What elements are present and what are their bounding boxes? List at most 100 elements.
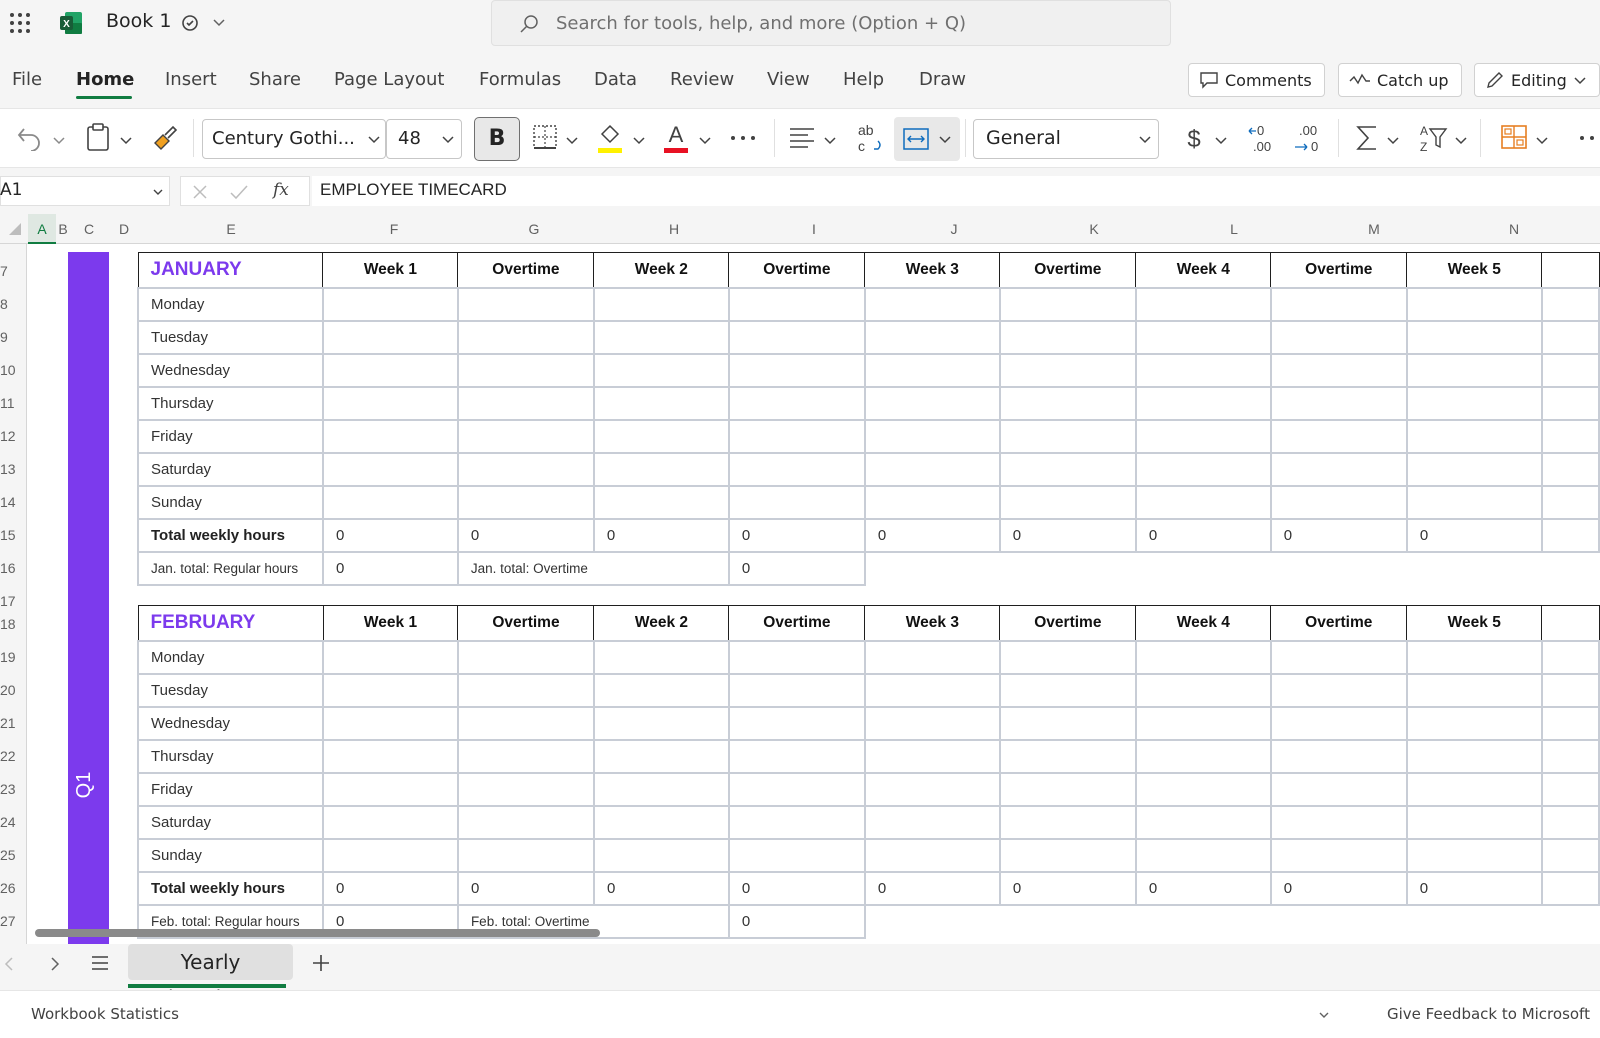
week-header[interactable]: Overtime [999, 252, 1137, 288]
hours-cell[interactable] [863, 672, 1001, 708]
hours-cell[interactable] [1134, 286, 1272, 322]
hours-cell[interactable] [592, 672, 730, 708]
column-header-d[interactable]: D [110, 214, 138, 244]
week-header[interactable]: Overtime [728, 605, 866, 641]
row-header[interactable]: 10 [0, 362, 26, 378]
hours-cell[interactable] [1269, 804, 1408, 840]
hours-cell[interactable] [727, 771, 866, 807]
hours-cell[interactable] [321, 451, 459, 487]
hours-cell[interactable] [998, 804, 1137, 840]
hours-cell[interactable] [863, 771, 1001, 807]
hours-cell[interactable] [592, 352, 730, 388]
hours-cell[interactable] [863, 639, 1001, 675]
tab-file[interactable]: File [12, 69, 42, 90]
hours-cell[interactable] [1540, 286, 1600, 322]
hours-cell[interactable] [1134, 738, 1272, 774]
hours-cell[interactable] [727, 837, 866, 873]
hours-cell[interactable] [456, 738, 595, 774]
hours-cell[interactable] [998, 385, 1137, 421]
hours-cell[interactable] [727, 352, 866, 388]
hours-cell[interactable] [998, 418, 1137, 454]
cancel-icon[interactable] [191, 183, 209, 201]
hours-cell[interactable] [592, 319, 730, 355]
hours-cell[interactable] [1405, 804, 1543, 840]
overtime-label[interactable]: Jan. total: Overtime [456, 550, 730, 586]
autosum-icon[interactable] [1354, 123, 1380, 153]
tab-data[interactable]: Data [594, 69, 637, 90]
hours-cell[interactable] [1269, 771, 1408, 807]
day-label[interactable]: Monday [136, 639, 325, 675]
column-header-m[interactable]: M [1304, 214, 1444, 244]
hours-cell[interactable] [1540, 705, 1600, 741]
hours-cell[interactable] [998, 705, 1137, 741]
hours-cell[interactable] [998, 451, 1137, 487]
hours-cell[interactable] [456, 705, 595, 741]
workbook-statistics-link[interactable]: Workbook Statistics [31, 1005, 179, 1023]
editing-mode-button[interactable]: Editing [1474, 63, 1600, 97]
hours-cell[interactable] [1540, 639, 1600, 675]
total-value[interactable]: 0 [1134, 517, 1272, 553]
total-value[interactable]: 0 [456, 870, 595, 906]
week-header[interactable]: Week 1 [322, 605, 459, 641]
column-header-j[interactable]: J [884, 214, 1024, 244]
hours-cell[interactable] [592, 771, 730, 807]
hours-cell[interactable] [1269, 418, 1408, 454]
total-value[interactable]: 0 [727, 517, 866, 553]
more-options-icon[interactable] [728, 131, 758, 145]
week-header[interactable]: Week 4 [1135, 605, 1272, 641]
hours-cell[interactable] [1269, 705, 1408, 741]
hours-cell[interactable] [1134, 352, 1272, 388]
hours-cell[interactable] [863, 705, 1001, 741]
worksheet-grid[interactable]: A B C D E F G H I J K L M N 7 8 9 10 11 12 13 1… [0, 214, 1600, 954]
hours-cell[interactable] [1540, 804, 1600, 840]
sort-filter-icon[interactable]: A Z [1418, 121, 1448, 155]
row-header[interactable]: 22 [0, 748, 26, 764]
total-value[interactable]: 0 [727, 870, 866, 906]
tab-view[interactable]: View [767, 69, 810, 90]
hours-cell[interactable] [1540, 672, 1600, 708]
week-header[interactable]: Overtime [1270, 252, 1408, 288]
hours-cell[interactable] [998, 738, 1137, 774]
chevron-down-icon[interactable] [823, 133, 837, 147]
hours-cell[interactable] [1405, 837, 1543, 873]
day-label[interactable]: Wednesday [136, 705, 325, 741]
week-header[interactable]: Overtime [457, 252, 595, 288]
hours-cell[interactable] [1405, 319, 1543, 355]
hours-cell[interactable] [727, 639, 866, 675]
hours-cell[interactable] [863, 451, 1001, 487]
hours-cell[interactable] [592, 286, 730, 322]
all-sheets-menu-icon[interactable] [90, 954, 110, 972]
select-all-icon[interactable] [8, 222, 22, 236]
hours-cell[interactable] [1405, 352, 1543, 388]
hours-cell[interactable] [456, 352, 595, 388]
hours-cell[interactable] [998, 672, 1137, 708]
row-header[interactable]: 18 [0, 616, 26, 632]
hours-cell[interactable] [1269, 451, 1408, 487]
column-header-c[interactable]: C [72, 214, 106, 244]
hours-cell[interactable] [727, 451, 866, 487]
hours-cell[interactable] [1540, 352, 1600, 388]
hours-cell[interactable] [1540, 418, 1600, 454]
hours-cell[interactable] [727, 385, 866, 421]
day-label[interactable]: Sunday [137, 484, 324, 520]
bold-button[interactable]: B [474, 117, 520, 161]
row-header[interactable]: 24 [0, 814, 26, 830]
hours-cell[interactable] [592, 451, 730, 487]
catch-up-button[interactable]: Catch up [1338, 63, 1462, 97]
hours-cell[interactable] [592, 738, 730, 774]
hours-cell[interactable] [863, 418, 1001, 454]
total-value[interactable]: 0 [998, 870, 1137, 906]
column-header-e[interactable]: E [138, 214, 324, 244]
table-cell[interactable] [1541, 252, 1600, 288]
hours-cell[interactable] [1540, 738, 1600, 774]
chevron-down-icon[interactable] [565, 133, 579, 147]
day-label[interactable]: Monday [137, 286, 324, 322]
hours-cell[interactable] [863, 484, 1001, 520]
day-label[interactable]: Sunday [136, 837, 325, 873]
merge-center-button[interactable] [894, 117, 960, 161]
column-header-g[interactable]: G [464, 214, 604, 244]
week-header[interactable]: Overtime [999, 605, 1137, 641]
hours-cell[interactable] [1134, 418, 1272, 454]
regular-hours-label[interactable]: Jan. total: Regular hours [137, 550, 324, 586]
total-value[interactable]: 0 [863, 870, 1001, 906]
